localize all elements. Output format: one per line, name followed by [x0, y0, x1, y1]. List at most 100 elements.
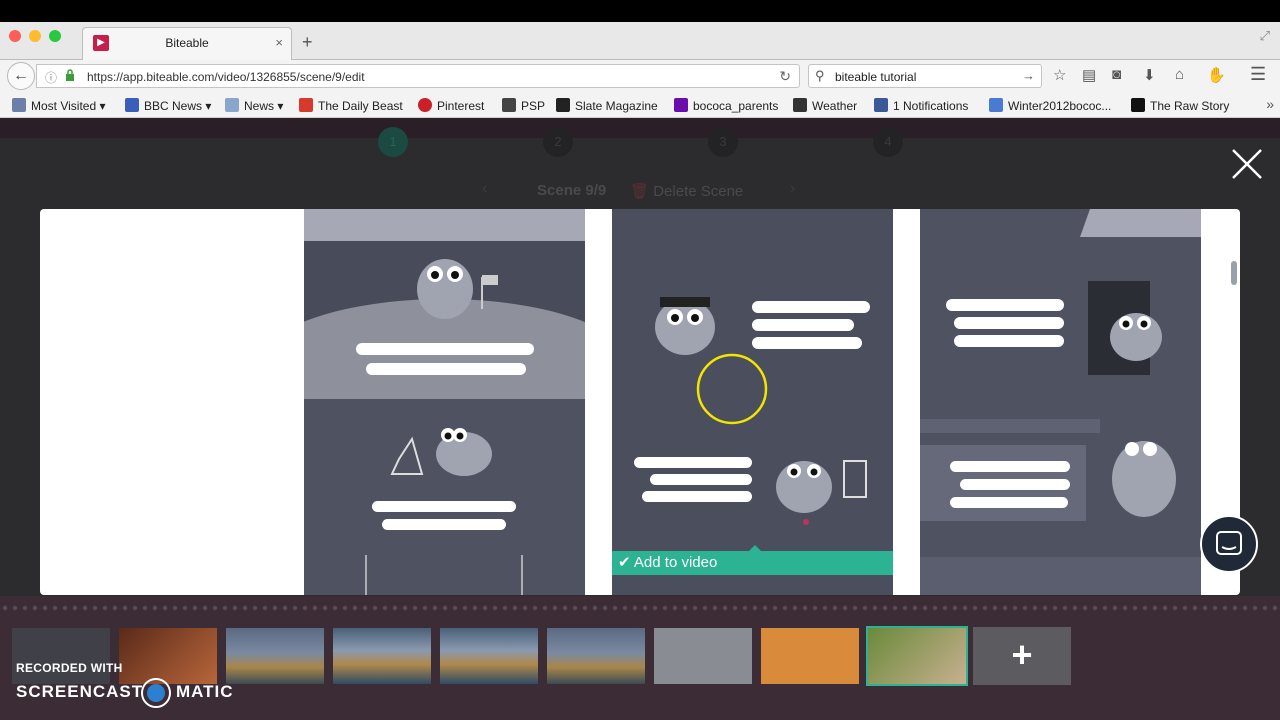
bookmark-label: The Daily Beast — [318, 99, 403, 113]
extension-icon[interactable]: ✋ — [1207, 66, 1226, 84]
yahoo-icon — [674, 98, 688, 112]
watermark-recorded-with: RECORDED WITH — [16, 661, 123, 675]
search-go-icon[interactable]: → — [1022, 68, 1035, 83]
info-icon[interactable]: ⓘ — [45, 69, 57, 86]
search-bar[interactable]: ⚲ biteable tutorial → — [808, 64, 1042, 88]
screen: ▶ Biteable × + ⤢ ← ⓘ https://app.biteabl… — [0, 0, 1280, 720]
close-window-button[interactable] — [9, 30, 21, 42]
pocket-icon[interactable]: ◙ — [1112, 66, 1121, 83]
progress-strip — [0, 118, 1280, 138]
pinterest-icon — [418, 98, 432, 112]
delete-scene-label: Delete Scene — [653, 183, 744, 200]
bookmark-label: BBC News — [144, 99, 203, 113]
scene-template-owl[interactable] — [612, 209, 893, 595]
slate-icon — [556, 98, 570, 112]
chat-support-button[interactable] — [1200, 515, 1258, 573]
scene-template-moon[interactable] — [304, 209, 585, 595]
step-4[interactable]: 4 — [873, 127, 903, 157]
url-text: https://app.biteable.com/video/1326855/s… — [87, 70, 365, 84]
star-folder-icon — [12, 98, 26, 112]
minimize-window-button[interactable] — [29, 30, 41, 42]
add-scene-button[interactable]: + — [973, 627, 1071, 685]
scene-thumbnail-3[interactable] — [226, 628, 324, 684]
address-bar[interactable]: ⓘ https://app.biteable.com/video/1326855… — [36, 64, 800, 88]
bookmark-psp[interactable]: PSP — [502, 98, 545, 113]
bookmark-notifications[interactable]: 1 Notifications — [874, 98, 968, 113]
reading-list-icon[interactable]: ▤ — [1082, 66, 1096, 84]
psp-icon — [502, 98, 516, 112]
add-to-video-label: Add to video — [633, 554, 718, 571]
owl-scene-illustration — [612, 209, 893, 595]
bookmark-label: Pinterest — [437, 99, 485, 113]
bookmark-label: Weather — [812, 99, 858, 113]
scene-thumbnail-6[interactable] — [547, 628, 645, 684]
bookmark-label: bococa_parents — [693, 99, 779, 113]
bookmark-label: 1 Notifications — [893, 99, 969, 113]
film-perforations — [0, 604, 1280, 612]
bookmark-label: Winter2012bococ... — [1008, 99, 1112, 113]
bookmark-most-visited[interactable]: Most Visited ▾ — [12, 98, 106, 113]
bookmark-news[interactable]: News ▾ — [225, 98, 283, 113]
scene-thumbnail-7[interactable] — [654, 628, 752, 684]
bookmark-raw-story[interactable]: The Raw Story — [1131, 98, 1229, 113]
moon-scene-illustration — [304, 209, 585, 595]
scene-template-office[interactable] — [920, 209, 1201, 595]
next-scene-icon[interactable]: › — [790, 180, 795, 198]
bookmark-label: Slate Magazine — [575, 99, 658, 113]
bookmark-label: Most Visited — [31, 99, 97, 113]
search-icon: ⚲ — [815, 68, 825, 83]
scene-thumbnail-1[interactable] — [12, 628, 110, 684]
search-input[interactable]: biteable tutorial — [835, 70, 916, 84]
doc-icon — [989, 98, 1003, 112]
bookmark-pinterest[interactable]: Pinterest — [418, 98, 484, 113]
scene-thumbnail-5[interactable] — [440, 628, 538, 684]
browser-tab[interactable]: ▶ Biteable × — [82, 27, 292, 60]
watermark-brand-right: MATIC — [176, 682, 234, 701]
bookmark-weather[interactable]: Weather — [793, 98, 857, 113]
bookmark-winter2012[interactable]: Winter2012bococ... — [989, 98, 1111, 113]
rss-icon — [125, 98, 139, 112]
bookmark-bococa-parents[interactable]: bococa_parents — [674, 98, 778, 113]
fullscreen-icon[interactable]: ⤢ — [1260, 28, 1270, 44]
screencast-o-matic-logo-icon — [141, 678, 171, 708]
scene-thumbnail-2[interactable] — [119, 628, 217, 684]
prev-scene-icon[interactable]: ‹ — [482, 180, 487, 198]
checkmark-icon: ✔ — [618, 554, 631, 571]
lock-icon — [66, 69, 74, 81]
bookmark-label: PSP — [521, 99, 546, 113]
rawstory-icon — [1131, 98, 1145, 112]
tab-close-icon[interactable]: × — [275, 35, 283, 50]
menu-icon[interactable]: ☰ — [1250, 64, 1266, 85]
bookmark-label: The Raw Story — [1150, 99, 1230, 113]
step-1[interactable]: 1 — [378, 127, 408, 157]
tab-title: Biteable — [165, 36, 209, 50]
bookmark-label: News — [244, 99, 275, 113]
bookmark-star-icon[interactable]: ☆ — [1053, 66, 1066, 84]
weather-icon — [793, 98, 807, 112]
modal-scrollbar[interactable] — [1231, 261, 1237, 285]
scene-thumbnail-9[interactable] — [866, 626, 968, 686]
bookmarks-overflow-icon[interactable]: » — [1266, 96, 1274, 112]
home-icon[interactable]: ⌂ — [1175, 66, 1184, 83]
step-3[interactable]: 3 — [708, 127, 738, 157]
bookmark-slate[interactable]: Slate Magazine — [556, 98, 658, 113]
folder-icon — [225, 98, 239, 112]
scene-thumbnail-4[interactable] — [333, 628, 431, 684]
scene-thumbnail-8[interactable] — [761, 628, 859, 684]
downloads-icon[interactable]: ⬇ — [1143, 66, 1156, 84]
bookmark-bbc-news[interactable]: BBC News ▾ — [125, 98, 211, 113]
new-tab-button[interactable]: + — [302, 32, 313, 53]
delete-scene-button[interactable]: 🗑 Delete Scene — [630, 182, 743, 200]
office-scene-illustration — [920, 209, 1201, 595]
back-button[interactable]: ← — [7, 62, 35, 90]
trash-icon: 🗑 — [630, 183, 650, 200]
close-icon[interactable] — [1229, 146, 1265, 182]
chat-icon — [1216, 531, 1242, 555]
bookmark-daily-beast[interactable]: The Daily Beast — [299, 98, 403, 113]
watermark-brand-left: SCREENCAST — [16, 682, 144, 701]
zoom-window-button[interactable] — [49, 30, 61, 42]
add-to-video-button[interactable]: ✔ Add to video — [612, 551, 893, 575]
step-2[interactable]: 2 — [543, 127, 573, 157]
scene-title: Scene 9/9 — [537, 182, 607, 199]
reload-icon[interactable]: ↻ — [779, 68, 791, 85]
